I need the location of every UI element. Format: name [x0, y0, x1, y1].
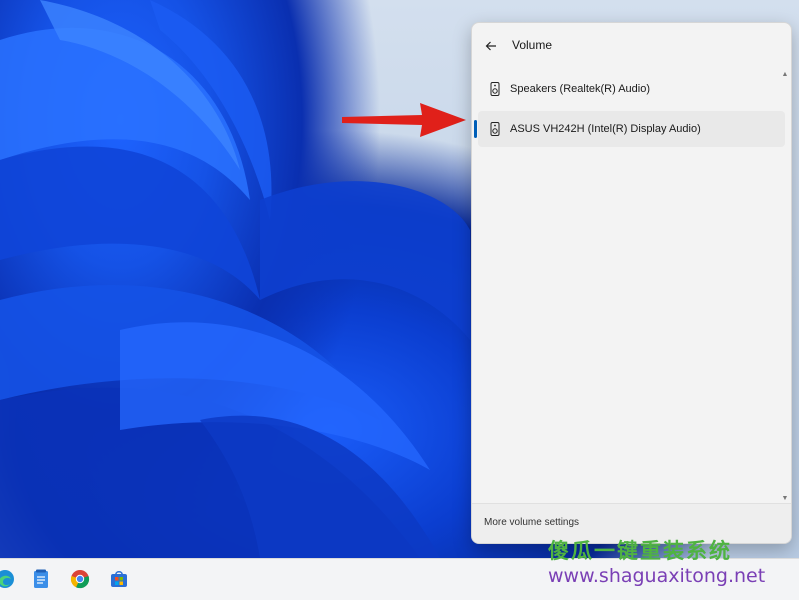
speaker-icon: [488, 82, 502, 96]
store-icon[interactable]: [108, 568, 130, 590]
volume-flyout: Volume Speakers (Realtek(R) Audio) ASUS …: [471, 22, 792, 544]
device-label: Speakers (Realtek(R) Audio): [510, 83, 651, 95]
edge-icon[interactable]: [0, 568, 16, 590]
scroll-down-arrow-icon[interactable]: ▼: [781, 495, 789, 503]
audio-device-list: Speakers (Realtek(R) Audio) ASUS VH242H …: [472, 71, 791, 151]
speaker-icon: [488, 122, 502, 136]
arrow-left-icon: [485, 41, 496, 51]
more-volume-settings-link[interactable]: More volume settings: [484, 517, 579, 528]
back-button[interactable]: [480, 35, 502, 57]
scrollbar[interactable]: ▲ ▼: [781, 71, 789, 503]
device-item-asus-display-audio[interactable]: ASUS VH242H (Intel(R) Display Audio): [474, 111, 785, 147]
flyout-header: Volume: [472, 23, 791, 67]
flyout-footer: More volume settings: [472, 503, 791, 543]
bloom-wallpaper-art: [0, 0, 470, 558]
notepad-icon[interactable]: [30, 568, 52, 590]
scroll-up-arrow-icon[interactable]: ▲: [781, 71, 789, 79]
red-arrow-annotation: [342, 103, 466, 137]
device-item-speakers[interactable]: Speakers (Realtek(R) Audio): [478, 71, 785, 107]
chrome-icon[interactable]: [69, 568, 91, 590]
flyout-title: Volume: [512, 38, 553, 52]
device-label: ASUS VH242H (Intel(R) Display Audio): [510, 123, 701, 135]
taskbar: [0, 558, 799, 600]
